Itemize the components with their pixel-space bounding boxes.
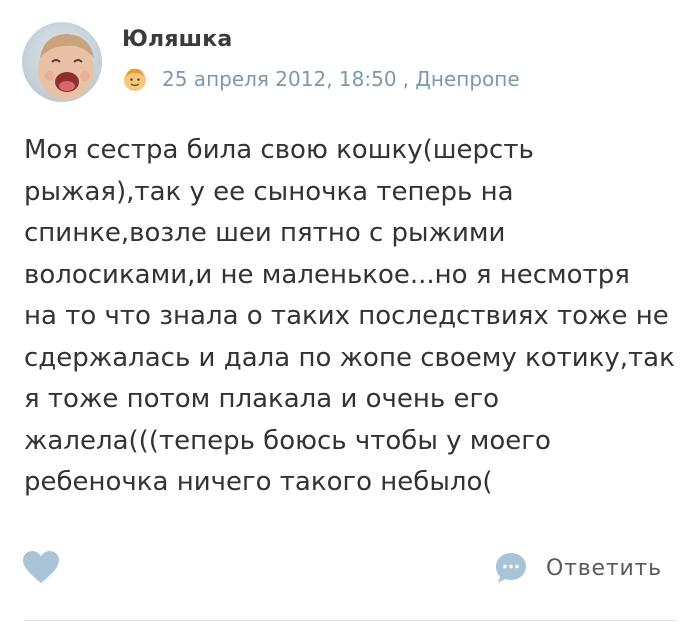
comment-text: Моя сестра била свою кошку(шерсть рыжая)… (24, 130, 684, 504)
author-name[interactable]: Юляшка (122, 27, 232, 52)
text-line: ребеночка ничего такого небыло( (24, 467, 493, 497)
text-line: Моя сестра била свою кошку(шерсть (24, 135, 534, 165)
reply-button[interactable]: Ответить (494, 550, 662, 586)
post-meta: 25 апреля 2012, 18:50 , Днепропе (122, 62, 582, 96)
text-line: рыжая),так у ее сыночка теперь на (24, 176, 514, 207)
text-line: я тоже потом плакала и очень его (24, 384, 500, 414)
like-button[interactable] (22, 550, 60, 584)
divider (24, 620, 676, 621)
avatar-photo (22, 22, 102, 102)
text-line: спинке,возле шеи пятно с рыжими (24, 218, 506, 248)
text-line: на то что знала о таких последствиях тож… (24, 301, 669, 331)
text-line: жалела(((теперь боюсь чтобы у моего (24, 425, 551, 456)
text-line: сдержалась и дала по жопе своему котику,… (24, 342, 675, 373)
post-date: 25 апреля 2012, 18:50 (162, 67, 397, 91)
post-location: , Днепропе (402, 67, 520, 91)
avatar[interactable] (22, 22, 102, 102)
text-line: волосиками,и не маленькое...но я несмотр… (24, 259, 630, 290)
reply-label: Ответить (546, 555, 662, 581)
smiley-face-icon (124, 68, 146, 91)
comment-card: Юляшка 25 апреля 2012, 18:50 , Днепропе … (0, 0, 700, 624)
heart-icon (23, 551, 59, 583)
speech-bubble-icon (496, 553, 526, 583)
